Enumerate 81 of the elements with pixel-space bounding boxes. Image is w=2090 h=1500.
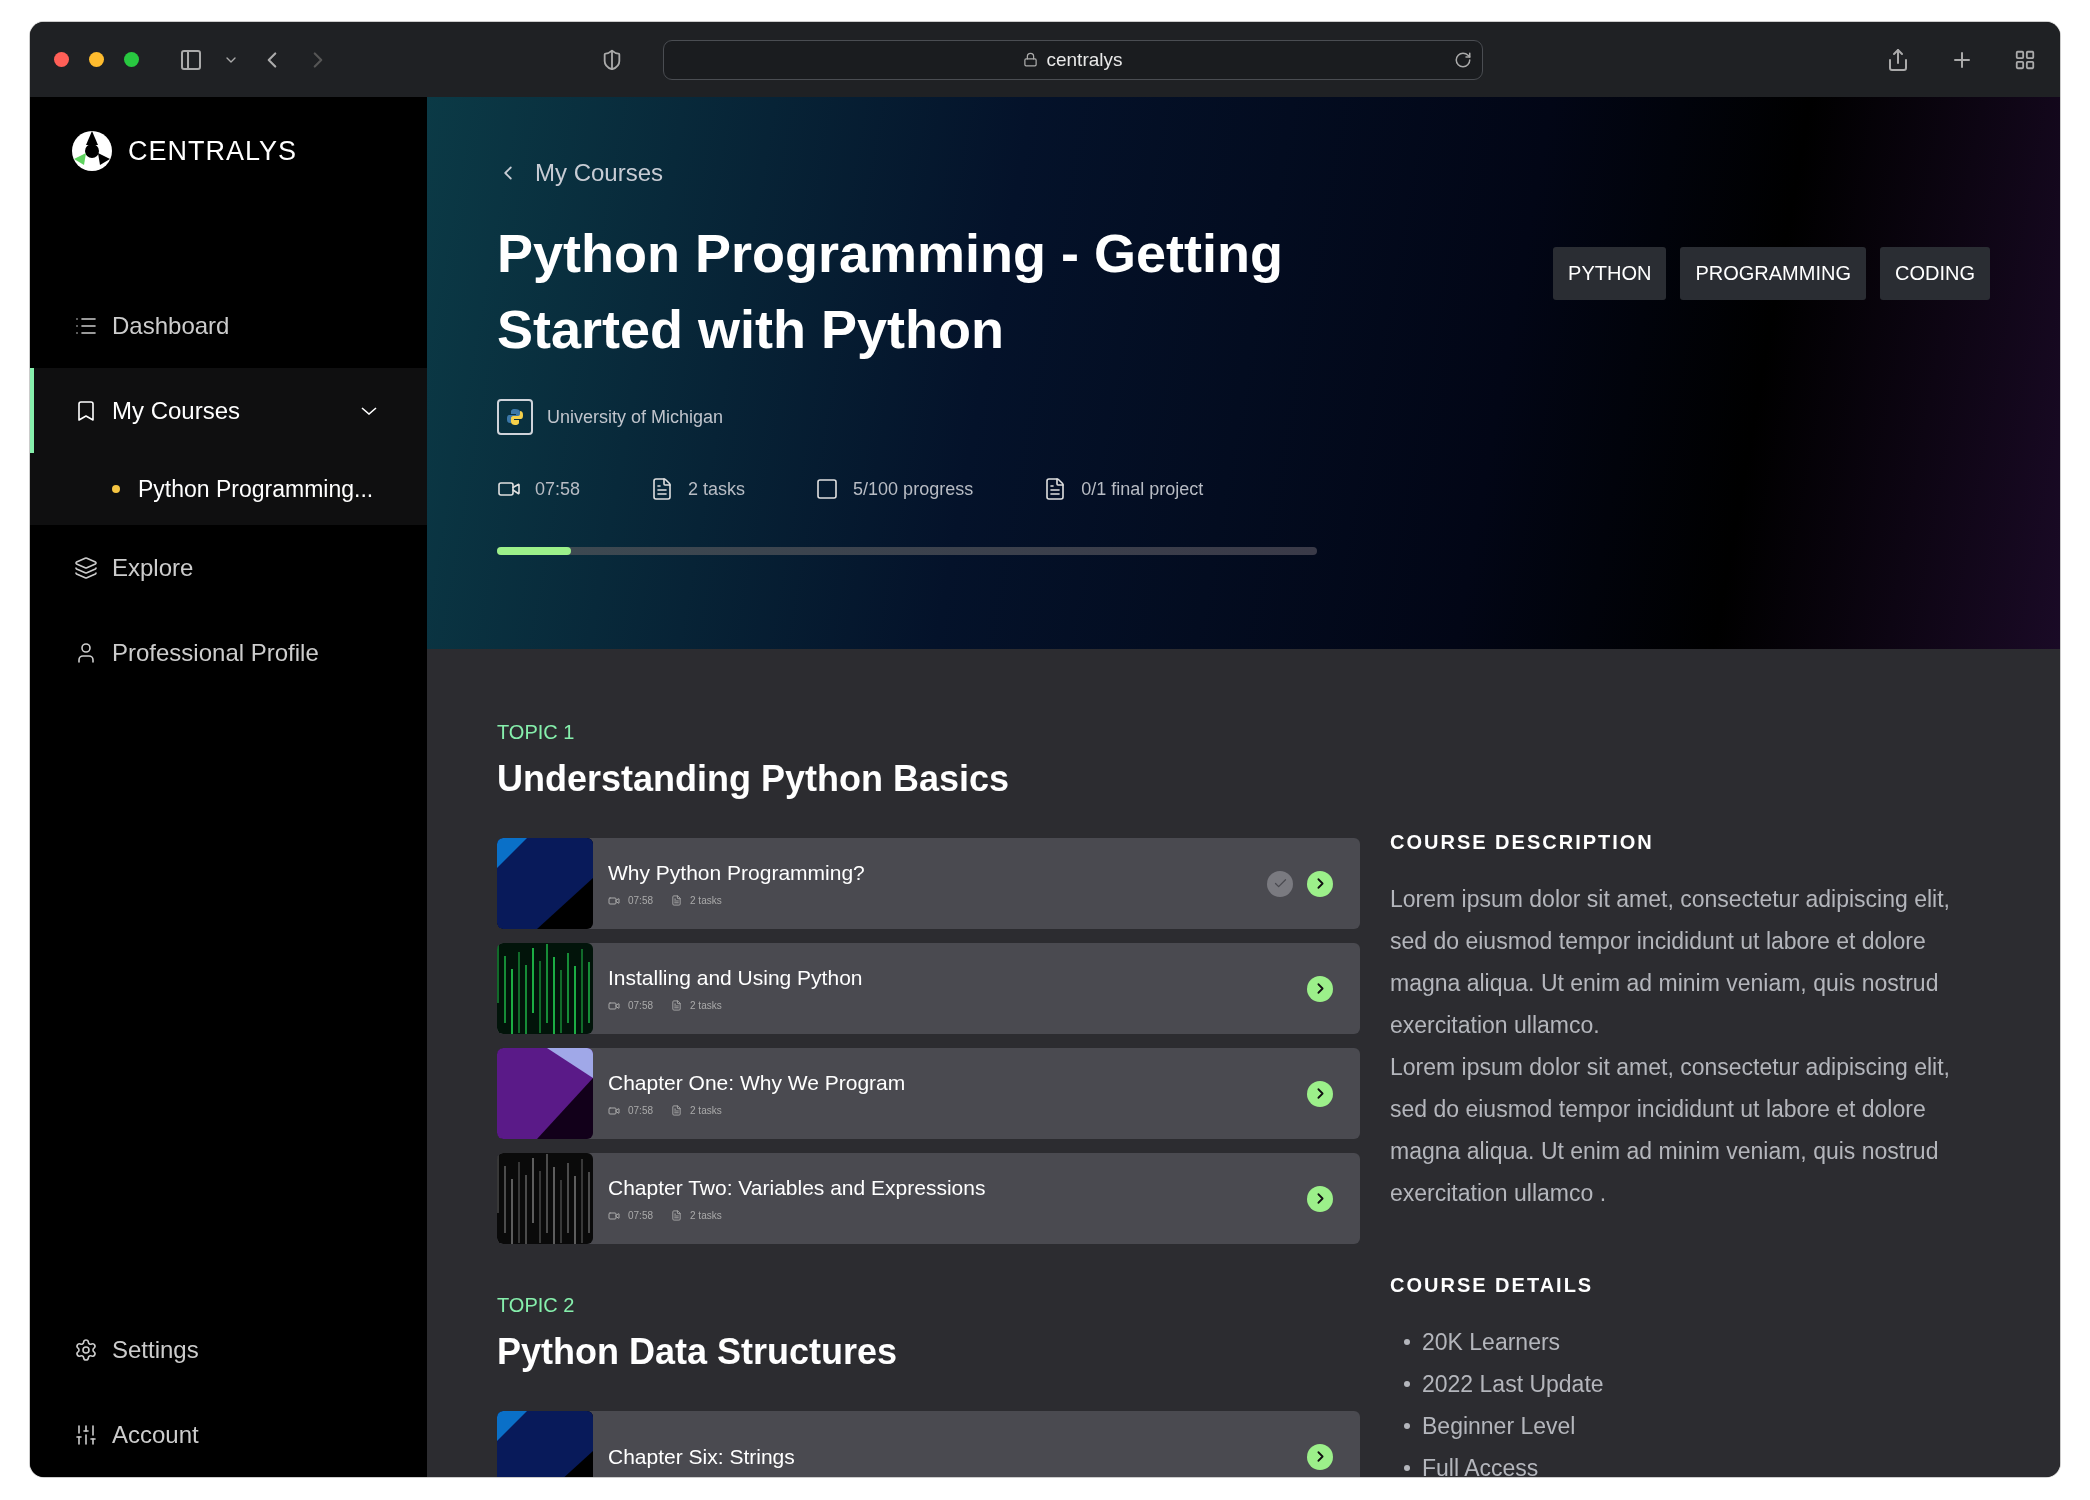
square-icon [815, 477, 840, 501]
lesson-tasks: 2 tasks [690, 1000, 722, 1011]
lesson-title: Why Python Programming? [608, 860, 866, 885]
lesson-row[interactable]: Chapter Two: Variables and Expressions 07:58 2 tasks [497, 1153, 1360, 1244]
nav-item[interactable]: Account [30, 1392, 427, 1477]
chevron-right-icon[interactable] [1307, 1443, 1333, 1470]
topic-title: Python Data Structures [497, 1331, 899, 1373]
logo-icon [70, 129, 114, 173]
address-bar[interactable]: centralys [663, 39, 1483, 80]
lesson-row[interactable]: Installing and Using Python 07:58 2 tasks [497, 943, 1360, 1034]
reload-icon[interactable] [1454, 50, 1472, 69]
nav-item[interactable]: Professional Profile [30, 610, 427, 695]
bullet-icon [1404, 1381, 1410, 1387]
lesson-duration: 07:58 [628, 1000, 654, 1011]
nav-item[interactable]: Settings [30, 1307, 427, 1392]
video-camera-icon [608, 999, 620, 1012]
course-title: Python Programming - Getting Started with Python [497, 222, 1284, 361]
sidebar-toggle-icon[interactable] [179, 47, 203, 72]
lesson-title: Chapter One: Why We Program [608, 1070, 907, 1095]
lesson-duration: 07:58 [628, 1105, 654, 1116]
lesson-duration: 07:58 [628, 895, 654, 906]
lesson-title: Installing and Using Python [608, 965, 864, 990]
nav-item[interactable]: Dashboard [30, 283, 427, 368]
topic-label: TOPIC 2 [497, 1294, 576, 1317]
document-icon [671, 895, 683, 906]
document-icon [671, 1000, 683, 1011]
detail-item: 20K Learners [1422, 1328, 1561, 1356]
sliders-icon [74, 1422, 98, 1447]
video-camera-icon [608, 1104, 620, 1117]
bullet-icon [1404, 1339, 1410, 1345]
description-paragraph: Lorem ipsum dolor sit amet, consectetur adipiscing elit, sed do eiusmod tempor incididunt ut labore et dolore magna aliqua. Ut enim ad minim veniam, quis nostrud exercitation ullamco. [1390, 885, 1951, 1040]
lesson-duration: 07:58 [628, 1210, 654, 1221]
tag: CODING [1880, 247, 1990, 300]
lesson-tasks: 2 tasks [690, 1210, 722, 1221]
section-heading: COURSE DETAILS [1390, 1274, 1595, 1297]
video-camera-icon [608, 1209, 620, 1222]
document-icon [671, 1210, 683, 1221]
bullet-icon [1404, 1465, 1410, 1471]
provider-logo [497, 399, 533, 435]
back-link[interactable]: My Courses [497, 159, 1990, 187]
lesson-title: Chapter Six: Strings [608, 1444, 796, 1469]
chevron-right-icon[interactable] [1307, 975, 1333, 1002]
lesson-row[interactable]: Why Python Programming? 07:58 2 tasks [497, 838, 1360, 929]
topic-title: Understanding Python Basics [497, 758, 1011, 800]
layers-icon [74, 555, 98, 580]
detail-item: 2022 Last Update [1422, 1370, 1604, 1398]
close-button[interactable] [54, 52, 69, 67]
chevron-right-icon[interactable] [1307, 870, 1333, 897]
tag: PYTHON [1553, 247, 1667, 300]
video-camera-icon [608, 894, 620, 907]
detail-item: Beginner Level [1422, 1412, 1576, 1440]
chevron-right-icon[interactable] [1307, 1185, 1333, 1212]
document-icon [671, 1105, 683, 1116]
stat-text: 0/1 final project [1081, 478, 1204, 500]
share-icon[interactable] [1886, 47, 1910, 72]
tag: PROGRAMMING [1680, 247, 1866, 300]
chevron-right-icon[interactable] [1307, 1080, 1333, 1107]
lesson-row[interactable]: Chapter One: Why We Program 07:58 2 tasks [497, 1048, 1360, 1139]
provider-name: University of Michigan [547, 406, 724, 428]
stat-text: 2 tasks [688, 478, 746, 500]
nav-item[interactable]: Explore [30, 525, 427, 610]
bullet-icon [1404, 1423, 1410, 1429]
minimize-button[interactable] [89, 52, 104, 67]
logo-text: CENTRALYS [128, 135, 298, 167]
zoom-button[interactable] [124, 52, 139, 67]
detail-item: Full Access [1422, 1454, 1539, 1477]
tabs-overview-icon[interactable] [2014, 48, 2036, 71]
stat-text: 5/100 progress [853, 478, 974, 500]
lesson-title: Chapter Two: Variables and Expressions [608, 1175, 987, 1200]
settings-icon [74, 1337, 98, 1362]
lesson-tasks: 2 tasks [690, 1105, 722, 1116]
stat-text: 07:58 [535, 478, 581, 500]
description-paragraph: Lorem ipsum dolor sit amet, consectetur adipiscing elit, sed do eiusmod tempor incididunt ut labore et dolore magna aliqua. Ut enim ad minim veniam, quis nostrud exercitation ullamco . [1390, 1053, 1951, 1208]
shield-icon[interactable] [601, 48, 623, 71]
lock-icon [1023, 52, 1039, 67]
topic-label: TOPIC 1 [497, 721, 576, 744]
section-heading: COURSE DESCRIPTION [1390, 831, 1655, 854]
lesson-tasks: 2 tasks [690, 895, 722, 906]
nav-item[interactable]: My Courses [30, 368, 427, 453]
nav-subitem[interactable]: Python Programming... [30, 453, 427, 525]
lesson-row[interactable]: Chapter Six: Strings [497, 1411, 1360, 1477]
